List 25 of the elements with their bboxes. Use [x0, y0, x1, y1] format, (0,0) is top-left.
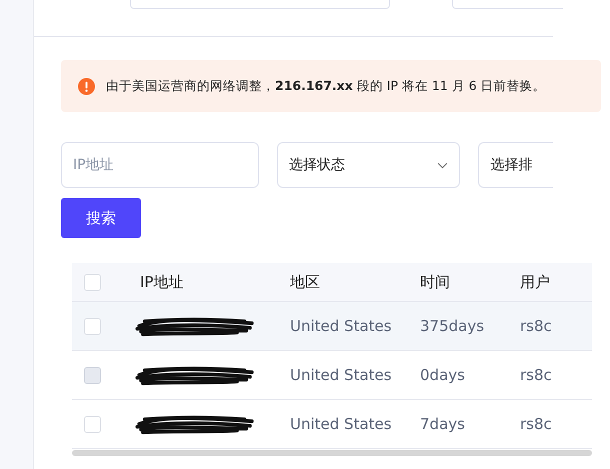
region-cell: United States [290, 415, 392, 433]
row-checkbox[interactable] [84, 318, 101, 334]
column-header: 地区 [290, 272, 320, 290]
alert-text: 由于美国运营商的网络调整，216.167.xx 段的 IP 将在 11 月 6 日前替换。 [106, 78, 546, 94]
sort-select[interactable]: 选择排 [478, 142, 553, 188]
time-cell: 375days [420, 317, 484, 335]
user-cell: rs8c [520, 317, 552, 335]
horizontal-scrollbar[interactable] [72, 450, 592, 456]
region-cell: United States [290, 366, 392, 384]
time-cell: 7days [420, 415, 465, 433]
chevron-down-icon [437, 162, 448, 168]
user-cell: rs8c [520, 366, 552, 384]
column-header: 用户 [520, 272, 550, 290]
status-select[interactable]: 选择状态 [277, 142, 460, 188]
exclamation-icon [78, 78, 95, 94]
region-cell: United States [290, 317, 392, 335]
select-all-checkbox[interactable] [84, 274, 101, 290]
time-cell: 0days [420, 366, 465, 384]
column-header: 时间 [420, 272, 450, 290]
row-checkbox[interactable] [84, 416, 101, 432]
table-row[interactable]: United States 375days rs8c [72, 302, 592, 351]
search-button[interactable]: 搜索 [61, 198, 141, 238]
user-cell: rs8c [520, 415, 552, 433]
ip-input-field[interactable]: IP地址 [61, 142, 259, 188]
column-header: IP地址 [140, 272, 184, 290]
